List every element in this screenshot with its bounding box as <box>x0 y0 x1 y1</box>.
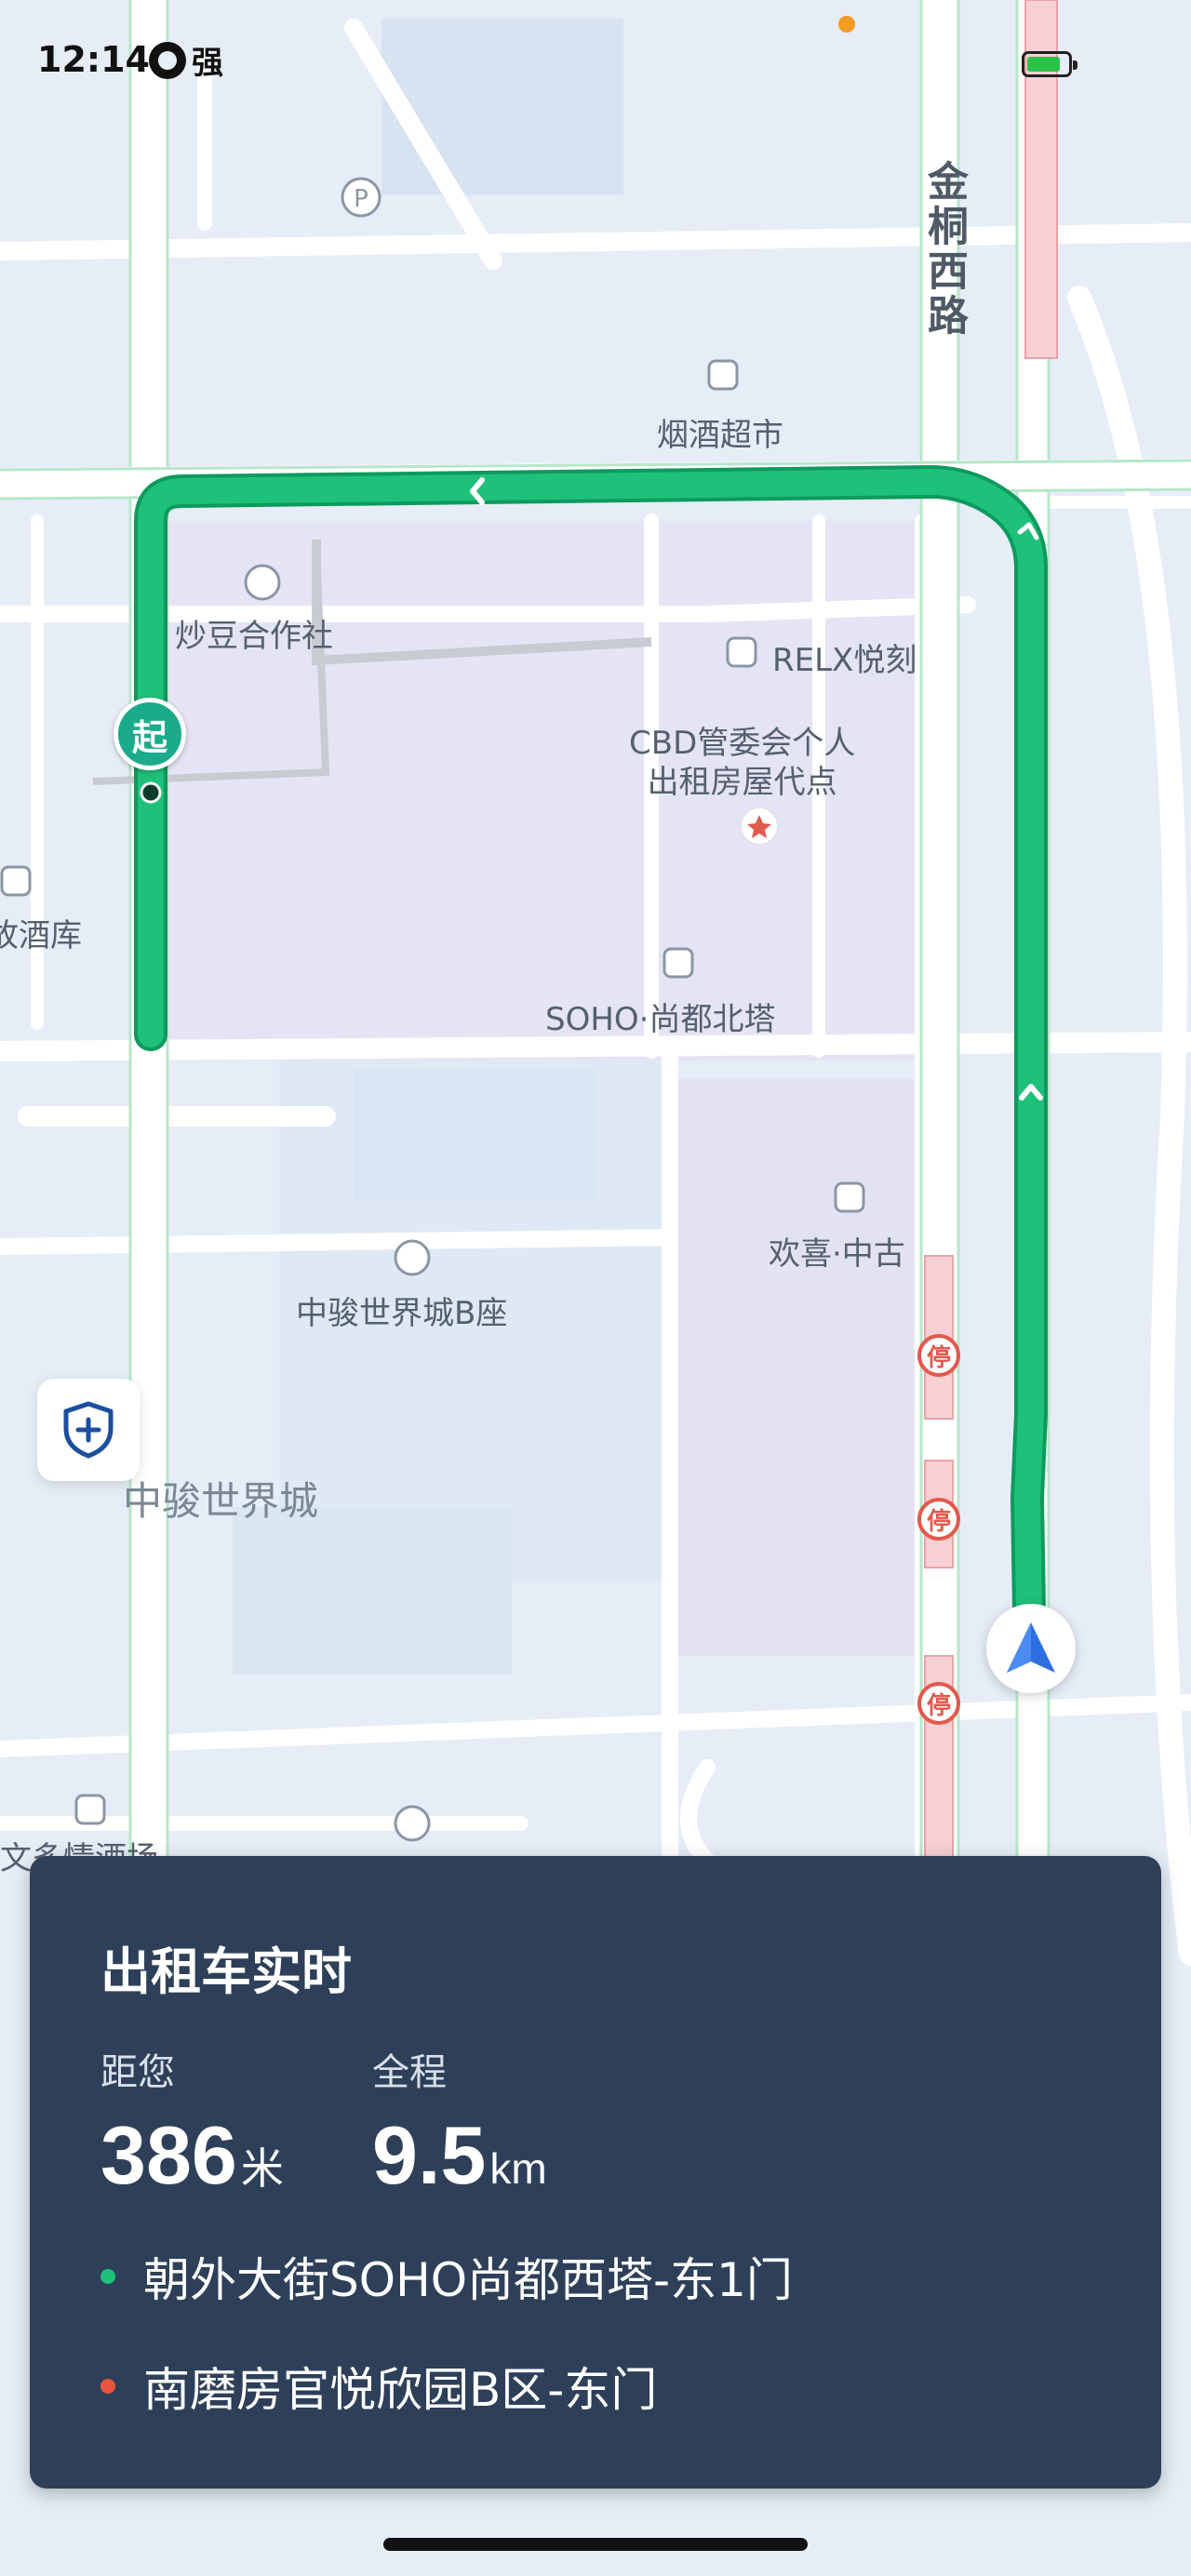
road-label-jintong-west: 金桐西路 <box>920 160 968 339</box>
distance-unit: 米 <box>240 2144 284 2193</box>
total-label: 全程 <box>372 2051 447 2094</box>
stop-sign-icon: 停 <box>917 1334 960 1377</box>
navigation-arrow-icon <box>1007 1622 1055 1673</box>
poi-soho-north-tower: SOHO·尚都北塔 <box>545 1001 776 1038</box>
total-value-row: 9.5km <box>372 2115 547 2196</box>
distance-label: 距您 <box>100 2051 175 2094</box>
poi-tobacco-shop: 烟酒超市 <box>657 417 783 454</box>
distance-value: 386 <box>100 2109 237 2201</box>
distance-value-row: 386米 <box>100 2115 284 2196</box>
destination-text: 南磨房官悦欣园B区-东门 <box>143 2363 658 2417</box>
total-stat: 全程 9.5km <box>372 2042 547 2196</box>
parking-icon: P <box>354 185 368 213</box>
status-time: 12:14 <box>37 39 150 80</box>
destination-address: 南磨房官悦欣园B区-东门 <box>100 2353 657 2420</box>
distance-stat: 距您 386米 <box>100 2042 284 2196</box>
network-strength-label: 强 <box>192 45 223 82</box>
origin-dot-icon <box>100 2269 115 2284</box>
poi-cbd-office: CBD管委会个人 出租房屋代点 <box>629 725 856 801</box>
home-indicator[interactable] <box>383 2538 808 2551</box>
area-zhongjun-world-city: 中骏世界城 <box>123 1478 319 1524</box>
safety-button[interactable] <box>37 1379 140 1481</box>
battery-icon <box>1022 51 1077 77</box>
poi-wine-cellar: 故酒库 <box>0 917 82 954</box>
status-bar: 12:14 强 <box>0 0 1191 121</box>
stop-sign-icon: 停 <box>917 1498 960 1541</box>
network-indicator: 强 <box>149 37 223 83</box>
poi-zhongjun-b: 中骏世界城B座 <box>296 1295 508 1332</box>
stop-sign-icon: 停 <box>917 1682 960 1725</box>
card-title: 出租车实时 <box>100 1942 352 2001</box>
shield-plus-icon <box>63 1401 114 1459</box>
total-unit: km <box>489 2144 547 2193</box>
total-value: 9.5 <box>372 2109 487 2201</box>
taxi-info-card: 出租车实时 距您 386米 全程 9.5km 朝外大街SOHO尚都西塔-东1门 … <box>30 1856 1161 2489</box>
origin-text: 朝外大街SOHO尚都西塔-东1门 <box>143 2253 793 2307</box>
poi-relx: RELX悦刻 <box>772 642 917 679</box>
origin-address: 朝外大街SOHO尚都西塔-东1门 <box>100 2243 793 2310</box>
vehicle-location-marker[interactable] <box>986 1604 1076 1693</box>
signal-icon <box>149 41 186 79</box>
poi-chaodou: 炒豆合作社 <box>175 618 333 655</box>
start-marker[interactable]: 起 <box>114 698 186 770</box>
destination-dot-icon <box>100 2379 115 2394</box>
poi-huanxi-vintage: 欢喜·中古 <box>769 1235 905 1273</box>
